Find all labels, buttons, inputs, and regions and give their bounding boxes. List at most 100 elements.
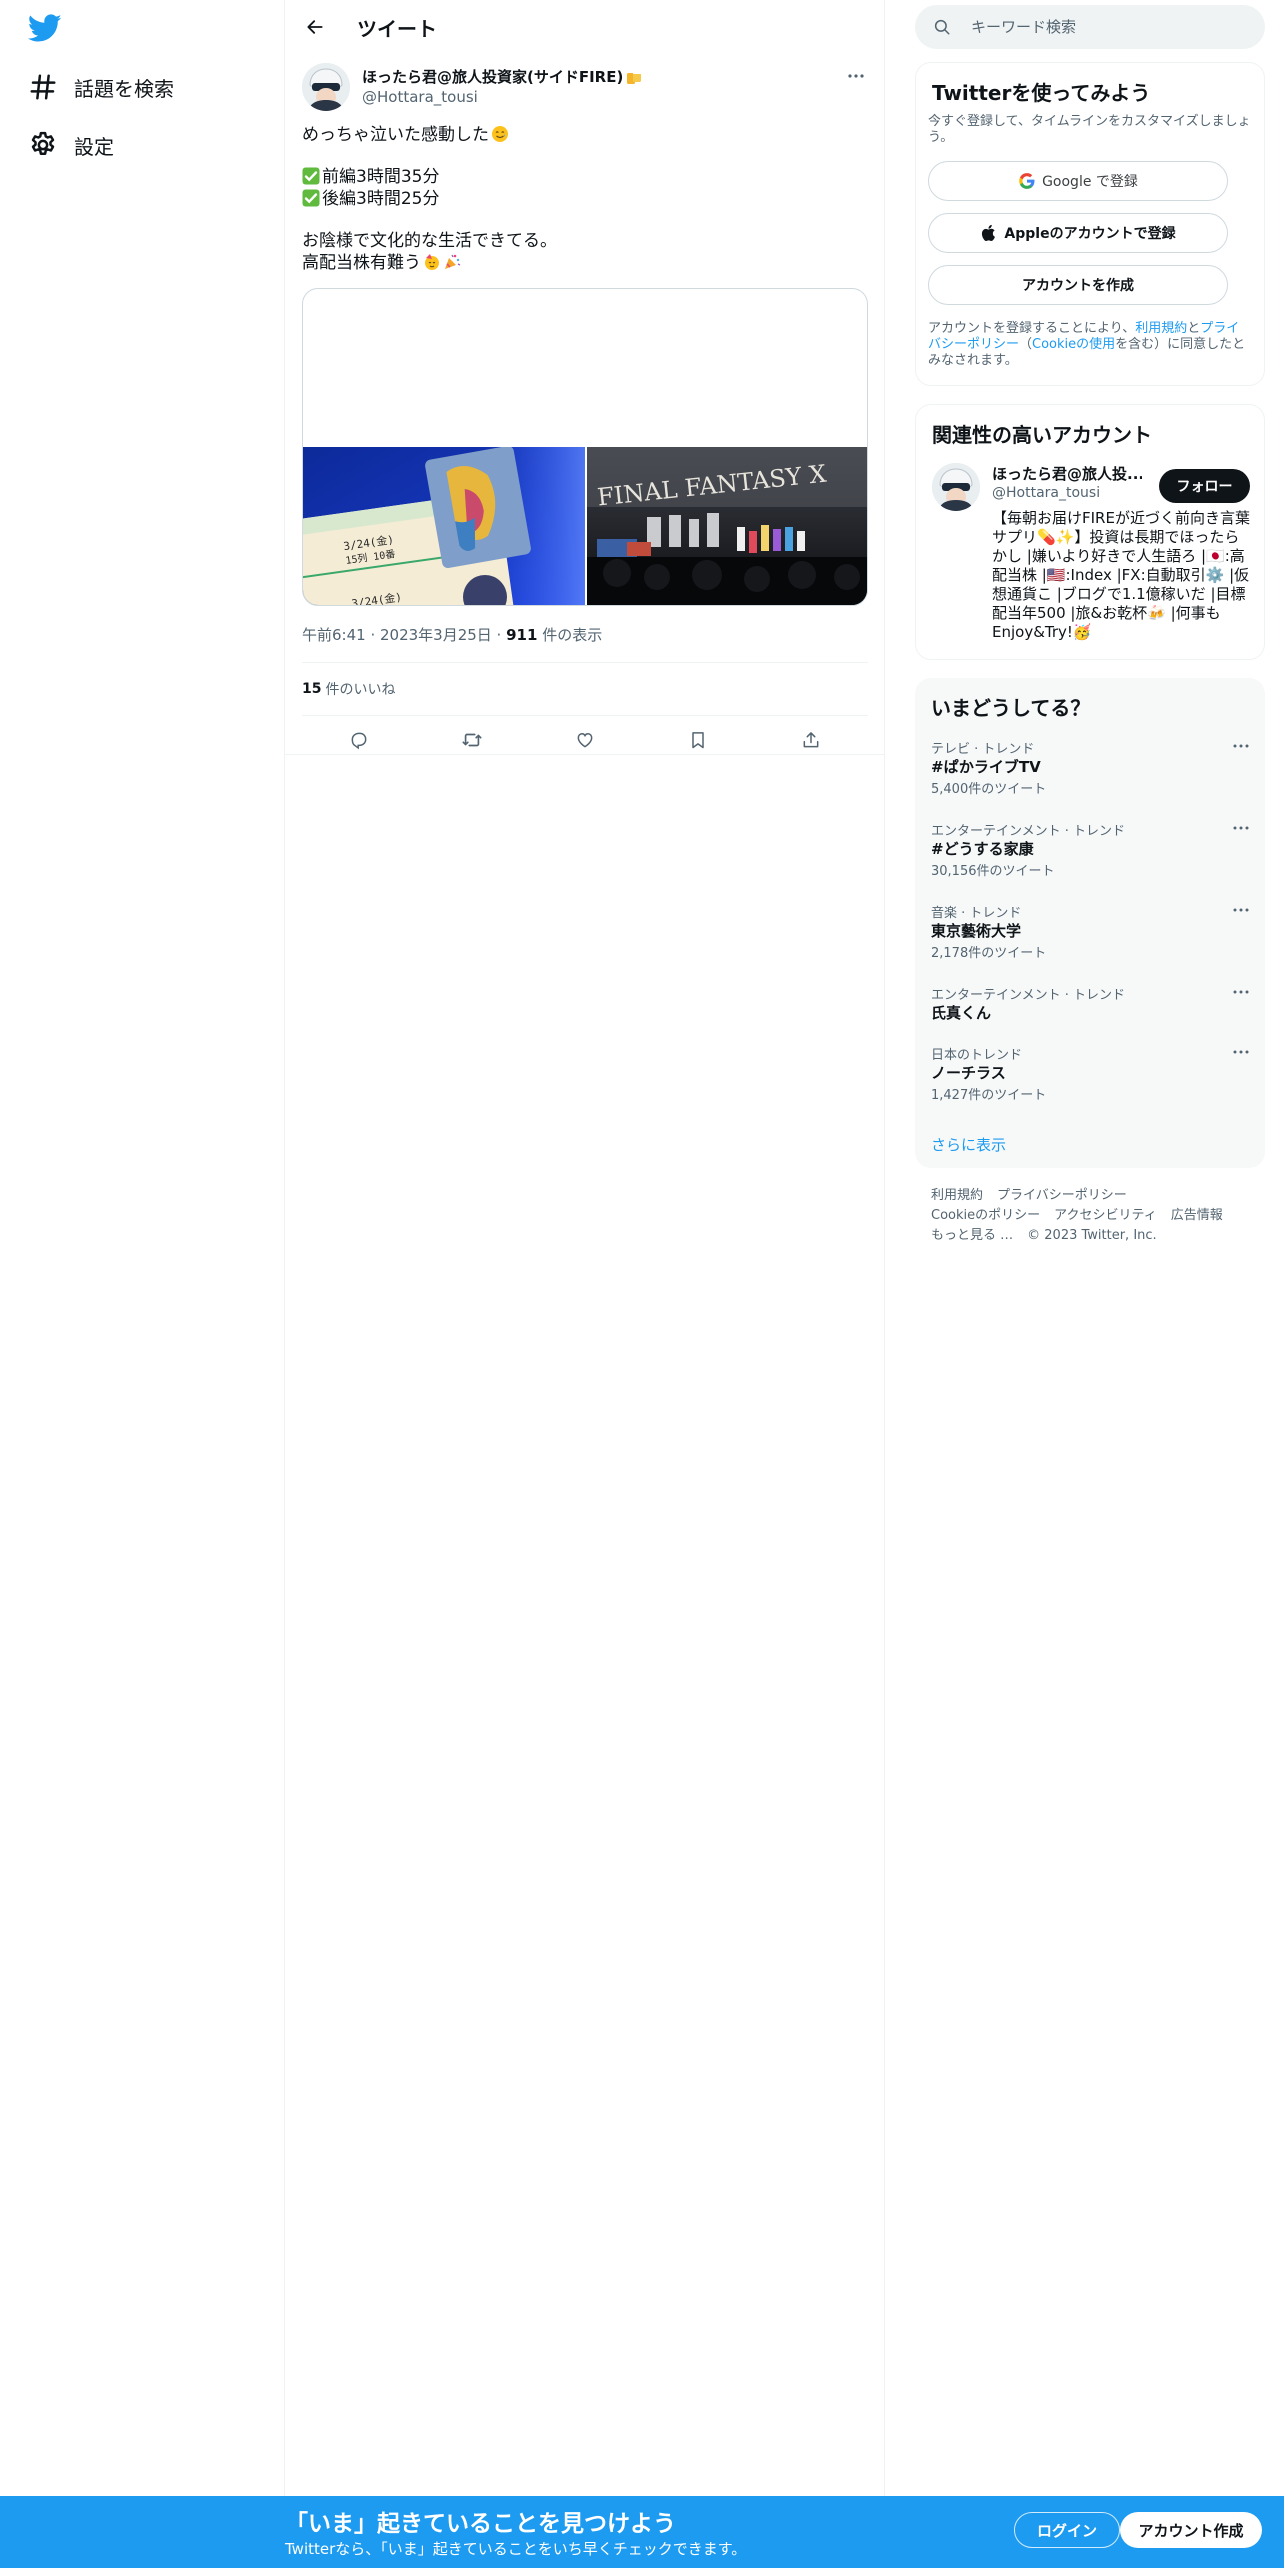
related-avatar[interactable] xyxy=(932,463,980,511)
arrow-left-icon xyxy=(307,20,323,34)
bottom-signup-banner: 「いま」起きていることを見つけよう Twitterなら、「いま」起きていることを… xyxy=(0,2496,1284,2568)
check-mark-emoji-icon xyxy=(302,167,320,185)
trend-more-button[interactable] xyxy=(1231,820,1251,836)
likes-row[interactable]: 15 件のいいね xyxy=(302,663,868,715)
related-accounts-card: 関連性の高いアカウント ほったら君@旅人投... @Hottara_tousi … xyxy=(915,404,1265,660)
trend-count: 5,400件のツイート xyxy=(931,782,1047,797)
footer-terms-link[interactable]: 利用規約 xyxy=(931,1188,983,1203)
page-title: ツイート xyxy=(357,17,437,41)
trend-name: 氏真くん xyxy=(931,1004,992,1022)
trend-item[interactable]: エンターテインメント · トレンド 氏真くん xyxy=(915,984,1265,1036)
author-handle[interactable]: @Hottara_tousi xyxy=(362,88,478,106)
footer-ads-link[interactable]: 広告情報 xyxy=(1171,1208,1223,1223)
trend-more-button[interactable] xyxy=(1231,1044,1251,1060)
media-photo-stage[interactable]: FINAL FANTASY X xyxy=(587,447,867,605)
tweet-actions xyxy=(302,716,868,764)
tweet-media[interactable]: 3/24(金) 15列 10番 3/24(金) 15列 11番 xyxy=(302,288,868,606)
check-mark-emoji-icon xyxy=(302,189,320,207)
google-icon xyxy=(1018,172,1036,190)
apple-signup-button[interactable]: Appleのアカウントで登録 xyxy=(928,213,1228,253)
related-handle[interactable]: @Hottara_tousi xyxy=(992,485,1100,501)
reply-icon xyxy=(351,732,367,750)
tweet-text-line: お陰様で文化的な生活できてる。 xyxy=(302,231,557,251)
likes-count: 15 xyxy=(302,681,322,697)
author-name[interactable]: ほったら君@旅人投資家(サイドFIRE) xyxy=(362,66,643,87)
media-photo-ticket[interactable]: 3/24(金) 15列 10番 3/24(金) 15列 11番 xyxy=(303,447,585,605)
signup-legal: アカウントを登録することにより、利用規約とプライバシーポリシー（Cookieの使… xyxy=(928,321,1250,369)
trends-title: いまどうしてる？ xyxy=(931,696,1091,720)
related-name[interactable]: ほったら君@旅人投... xyxy=(992,463,1142,484)
hashtag-icon xyxy=(28,72,58,102)
nav-settings-label: 設定 xyxy=(74,134,114,159)
legal-text: アカウントを登録することにより、 xyxy=(928,321,1136,336)
trend-item[interactable]: 音楽 · トレンド 東京藝術大学 2,178件のツイート xyxy=(915,902,1265,972)
google-signup-button[interactable]: Google で登録 xyxy=(928,161,1228,201)
trend-name: ノーチラス xyxy=(931,1064,1006,1082)
apple-icon xyxy=(980,224,998,242)
trend-meta: エンターテインメント · トレンド xyxy=(931,988,1126,1003)
trends-show-more-link[interactable]: さらに表示 xyxy=(931,1134,1006,1155)
likes-label: 件のいいね xyxy=(325,682,396,698)
divider xyxy=(285,754,885,755)
legal-text: （ xyxy=(1019,337,1033,352)
more-dots-icon xyxy=(848,74,864,78)
more-dots-icon xyxy=(1233,908,1249,912)
trend-item[interactable]: 日本のトレンド ノーチラス 1,427件のツイート xyxy=(915,1044,1265,1114)
nav-settings[interactable]: 設定 xyxy=(28,123,114,167)
footer-accessibility-link[interactable]: アクセシビリティ xyxy=(1054,1208,1157,1223)
back-button[interactable] xyxy=(300,12,330,42)
twitter-bird-icon[interactable] xyxy=(28,14,62,44)
trend-item[interactable]: エンターテインメント · トレンド #どうする家康 30,156件のツイート xyxy=(915,820,1265,890)
signup-title: Twitterを使ってみよう xyxy=(932,81,1151,105)
search-input[interactable] xyxy=(971,18,1241,36)
trend-count: 30,156件のツイート xyxy=(931,864,1055,879)
nav-explore[interactable]: 話題を検索 xyxy=(28,65,174,109)
login-button[interactable]: ログイン xyxy=(1014,2512,1120,2548)
search-icon xyxy=(933,18,951,36)
tweet-timestamp[interactable]: 午前6:41 · 2023年3月25日 · xyxy=(302,626,506,644)
apple-signup-label: Appleのアカウントで登録 xyxy=(1004,226,1176,242)
author-avatar[interactable] xyxy=(302,63,350,111)
create-account-label: アカウントを作成 xyxy=(1022,278,1134,294)
trend-name: #どうする家康 xyxy=(931,840,1034,858)
tweet-more-button[interactable] xyxy=(844,66,868,86)
trend-meta: エンターテインメント · トレンド xyxy=(931,824,1126,839)
tweet-text-line: 高配当株有難う xyxy=(302,253,421,273)
trend-more-button[interactable] xyxy=(1231,902,1251,918)
heart-icon xyxy=(577,732,593,748)
terms-link[interactable]: 利用規約 xyxy=(1135,321,1187,336)
party-face-emoji-icon xyxy=(423,253,441,271)
follow-button[interactable]: フォロー xyxy=(1159,469,1250,503)
tweet-text-line: 後編3時間25分 xyxy=(322,189,440,209)
author-name-text: ほったら君@旅人投資家(サイドFIRE) xyxy=(362,68,624,86)
footer-more-link[interactable]: もっと見る … xyxy=(931,1228,1013,1243)
tweet-author-row: ほったら君@旅人投資家(サイドFIRE) @Hottara_tousi xyxy=(302,60,868,112)
left-navigation: 話題を検索 設定 xyxy=(0,0,285,2496)
trend-more-button[interactable] xyxy=(1231,984,1251,1000)
google-signup-label: Google で登録 xyxy=(1042,174,1138,190)
trend-more-button[interactable] xyxy=(1231,738,1251,754)
footer-privacy-link[interactable]: プライバシーポリシー xyxy=(997,1188,1127,1203)
trend-name: #ぱかライブTV xyxy=(931,758,1041,776)
more-dots-icon xyxy=(1233,990,1249,994)
main-header: ツイート xyxy=(285,0,885,53)
views-count: 911 xyxy=(506,626,538,644)
tweet-text-line: 前編3時間35分 xyxy=(322,167,440,187)
footer-copyright: © 2023 Twitter, Inc. xyxy=(1027,1228,1157,1243)
related-title: 関連性の高いアカウント xyxy=(932,423,1152,447)
search-box[interactable] xyxy=(915,5,1265,49)
signup-button[interactable]: アカウント作成 xyxy=(1120,2512,1262,2548)
footer-links: 利用規約 プライバシーポリシー Cookieのポリシー アクセシビリティ 広告情報 も… xyxy=(931,1186,1251,1246)
trend-name: 東京藝術大学 xyxy=(931,922,1022,940)
trend-item[interactable]: テレビ · トレンド #ぱかライブTV 5,400件のツイート xyxy=(915,738,1265,808)
cookie-link[interactable]: Cookieの使用 xyxy=(1032,337,1115,352)
trend-meta: テレビ · トレンド xyxy=(931,742,1035,757)
nav-explore-label: 話題を検索 xyxy=(74,76,174,101)
trend-count: 1,427件のツイート xyxy=(931,1088,1047,1103)
signup-subtitle: 今すぐ登録して、タイムラインをカスタマイズしましょう。 xyxy=(928,114,1251,145)
more-dots-icon xyxy=(1233,826,1249,830)
beer-emoji-icon xyxy=(625,68,643,86)
legal-text: と xyxy=(1187,321,1201,336)
create-account-button[interactable]: アカウントを作成 xyxy=(928,265,1228,305)
footer-cookie-link[interactable]: Cookieのポリシー xyxy=(931,1208,1040,1223)
